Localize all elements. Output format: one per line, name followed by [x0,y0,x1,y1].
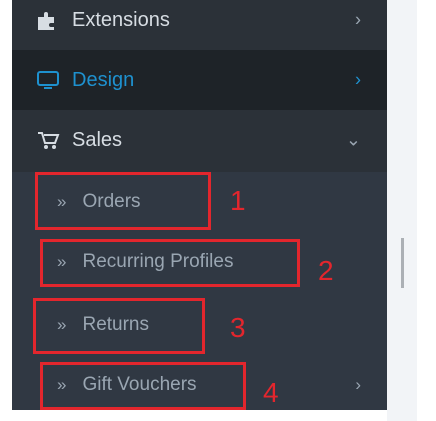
annotation-box-1 [35,172,211,230]
menu-item-label: Extensions [72,8,170,31]
chevron-down-icon: ⌄ [345,129,361,150]
annotation-box-2 [40,239,300,287]
puzzle-icon [36,9,62,31]
menu-item-design[interactable]: Design › [12,50,387,110]
menu-item-label: Sales [72,128,123,151]
chevron-right-icon: › [355,9,361,30]
annotation-number-3: 3 [230,312,246,343]
annotation-number-1: 1 [230,185,246,216]
annotation-box-4 [40,362,246,410]
annotation-number-2: 2 [318,255,334,286]
cart-icon [36,129,62,151]
chevron-right-icon: › [355,69,361,90]
chevron-right-icon: › [355,375,361,394]
menu-item-sales[interactable]: Sales ⌄ [12,110,387,170]
menu-item-extensions[interactable]: Extensions › [12,0,387,50]
content-area-edge [387,0,417,421]
annotation-box-3 [33,298,205,354]
monitor-icon [36,69,62,91]
annotation-number-4: 4 [263,377,279,408]
menu-item-label: Design [72,68,135,91]
